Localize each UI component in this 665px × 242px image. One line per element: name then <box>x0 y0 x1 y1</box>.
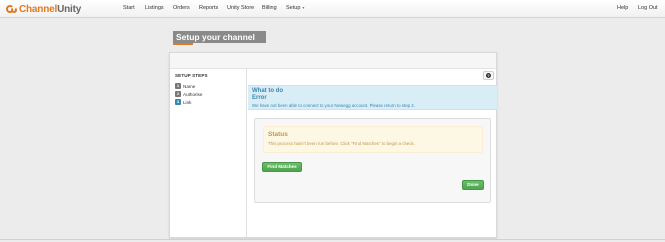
info-banner: What to do Error We have not been able t… <box>248 85 497 110</box>
step-label: Authorise <box>183 91 203 97</box>
channelunity-logo[interactable]: Channel Unity <box>6 3 81 15</box>
top-navbar: Channel Unity Start Listings Orders Repo… <box>0 0 665 18</box>
help-button[interactable]: ? <box>483 71 494 80</box>
step-number-badge: 3 <box>175 99 181 105</box>
nav-start[interactable]: Start <box>123 5 135 11</box>
step-link[interactable]: 3 Link <box>175 99 191 105</box>
logo-icon <box>6 4 18 14</box>
nav-setup[interactable]: Setup ▾ <box>286 5 304 11</box>
chevron-down-icon: ▾ <box>302 5 305 10</box>
nav-orders[interactable]: Orders <box>173 5 190 11</box>
nav-billing[interactable]: Billing <box>262 5 277 11</box>
step-authorise[interactable]: 2 Authorise <box>175 91 202 97</box>
footer-divider <box>0 239 665 240</box>
step-number-badge: 2 <box>175 91 181 97</box>
setup-steps-sidebar: SETUP STEPS 1 Name 2 Authorise 3 Link <box>170 69 247 237</box>
nav-help[interactable]: Help <box>617 5 628 11</box>
step-label: Link <box>183 99 192 105</box>
logo-text-unity: Unity <box>57 3 82 15</box>
step-name[interactable]: 1 Name <box>175 83 195 89</box>
nav-setup-label: Setup <box>286 5 301 11</box>
nav-listings[interactable]: Listings <box>145 5 164 11</box>
status-message: This process hasn't been run before. Cli… <box>268 141 415 146</box>
error-message: We have not been able to connect to your… <box>252 103 415 108</box>
status-alert: Status This process hasn't been run befo… <box>263 126 483 153</box>
done-button[interactable]: Done <box>462 180 484 190</box>
steps-heading: SETUP STEPS <box>175 73 208 78</box>
page-title: Setup your channel <box>173 31 266 43</box>
step-number-badge: 1 <box>175 83 181 89</box>
nav-log-out[interactable]: Log Out <box>638 5 658 11</box>
link-panel: Status This process hasn't been run befo… <box>254 118 491 203</box>
nav-unity-store[interactable]: Unity Store <box>227 5 254 11</box>
setup-card: SETUP STEPS 1 Name 2 Authorise 3 Link ? … <box>169 52 497 238</box>
error-title: Error <box>252 95 267 101</box>
logo-text-channel: Channel <box>19 3 58 15</box>
card-header-strip <box>170 53 496 69</box>
question-circle-icon: ? <box>486 73 491 78</box>
step-label: Name <box>183 83 196 89</box>
title-underline <box>173 43 193 45</box>
find-matches-button[interactable]: Find Matches <box>262 162 302 172</box>
status-title: Status <box>268 131 288 138</box>
nav-reports[interactable]: Reports <box>199 5 218 11</box>
info-heading: What to do <box>252 88 283 94</box>
